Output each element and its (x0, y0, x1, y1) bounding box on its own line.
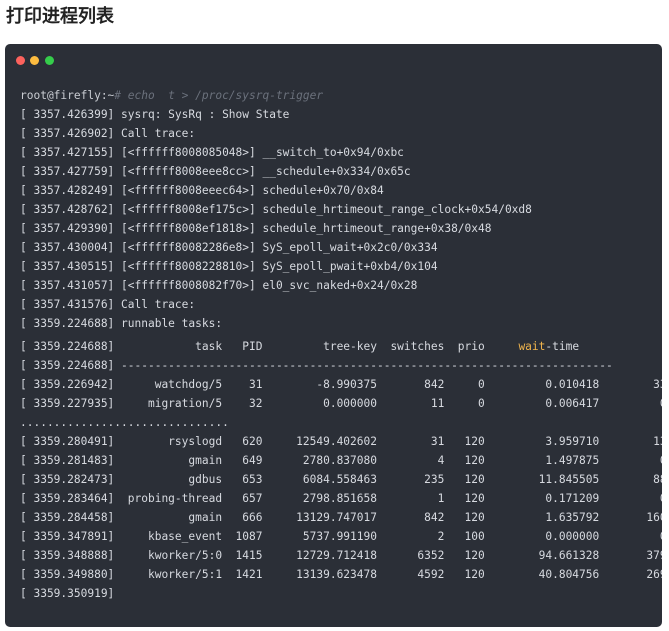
log-line: [ 3357.430515] [<ffffff8008228810>] SyS_… (20, 260, 438, 273)
log-line: [ 3357.427155] [<ffffff8008085048>] __sw… (20, 146, 404, 159)
close-dot-icon (16, 56, 25, 65)
log-line: [ 3357.431057] [<ffffff8008082f70>] el0_… (20, 279, 418, 292)
log-line: [ 3357.431576] Call trace: (20, 298, 196, 311)
prompt-line: root@firefly:~# echo t > /proc/sysrq-tri… (20, 86, 662, 105)
command: # echo t > /proc/sysrq-trigger (114, 89, 324, 102)
table-row: [ 3359.280491] rsyslogd 620 12549.402602… (20, 435, 662, 448)
log-line: [ 3359.224688] runnable tasks: (20, 317, 223, 330)
terminal-output: root@firefly:~# echo t > /proc/sysrq-tri… (20, 86, 662, 603)
log-line: [ 3357.426902] Call trace: (20, 127, 196, 140)
prompt: root@firefly:~ (20, 89, 115, 102)
table-row: [ 3359.227935] migration/5 32 0.000000 1… (20, 397, 662, 410)
separator-line: [ 3359.224688] -------------------------… (20, 359, 613, 372)
table-row: [ 3359.348888] kworker/5:0 1415 12729.71… (20, 549, 662, 562)
table-row: [ 3359.347891] kbase_event 1087 5737.991… (20, 530, 662, 543)
table-row: [ 3359.283464] probing-thread 657 2798.8… (20, 492, 662, 505)
header-highlight: wait (518, 340, 546, 353)
table-row: [ 3359.226942] watchdog/5 31 -8.990375 8… (20, 378, 662, 391)
log-line: [ 3357.428762] [<ffffff8008ef175c>] sche… (20, 203, 532, 216)
table-row: [ 3359.282473] gdbus 653 6084.558463 235… (20, 473, 662, 486)
minimize-dot-icon (30, 56, 39, 65)
ellipsis-line: ............................... (20, 416, 229, 429)
table-header: [ 3359.224688] task PID tree-key switche… (20, 337, 662, 356)
header-text: [ 3359.224688] task PID tree-key switche… (20, 340, 519, 353)
log-line: [ 3357.426399] sysrq: SysRq : Show State (20, 108, 290, 121)
log-line: [ 3357.427759] [<ffffff8008eee8cc>] __sc… (20, 165, 411, 178)
table-row: [ 3359.349880] kworker/5:1 1421 13139.62… (20, 568, 662, 581)
terminal-window: root@firefly:~# echo t > /proc/sysrq-tri… (5, 44, 662, 627)
table-row: [ 3359.350919] (20, 587, 115, 600)
log-line: [ 3357.428249] [<ffffff8008eeec64>] sche… (20, 184, 384, 197)
maximize-dot-icon (45, 56, 54, 65)
table-row: [ 3359.284458] gmain 666 13129.747017 84… (20, 511, 662, 524)
page-title: 打印进程列表 (6, 6, 114, 27)
table-row: [ 3359.281483] gmain 649 2780.837080 4 1… (20, 454, 662, 467)
header-text-after: -time s (545, 340, 662, 353)
log-line: [ 3357.429390] [<ffffff8008ef1818>] sche… (20, 222, 492, 235)
log-line: [ 3357.430004] [<ffffff80082286e8>] SyS_… (20, 241, 438, 254)
